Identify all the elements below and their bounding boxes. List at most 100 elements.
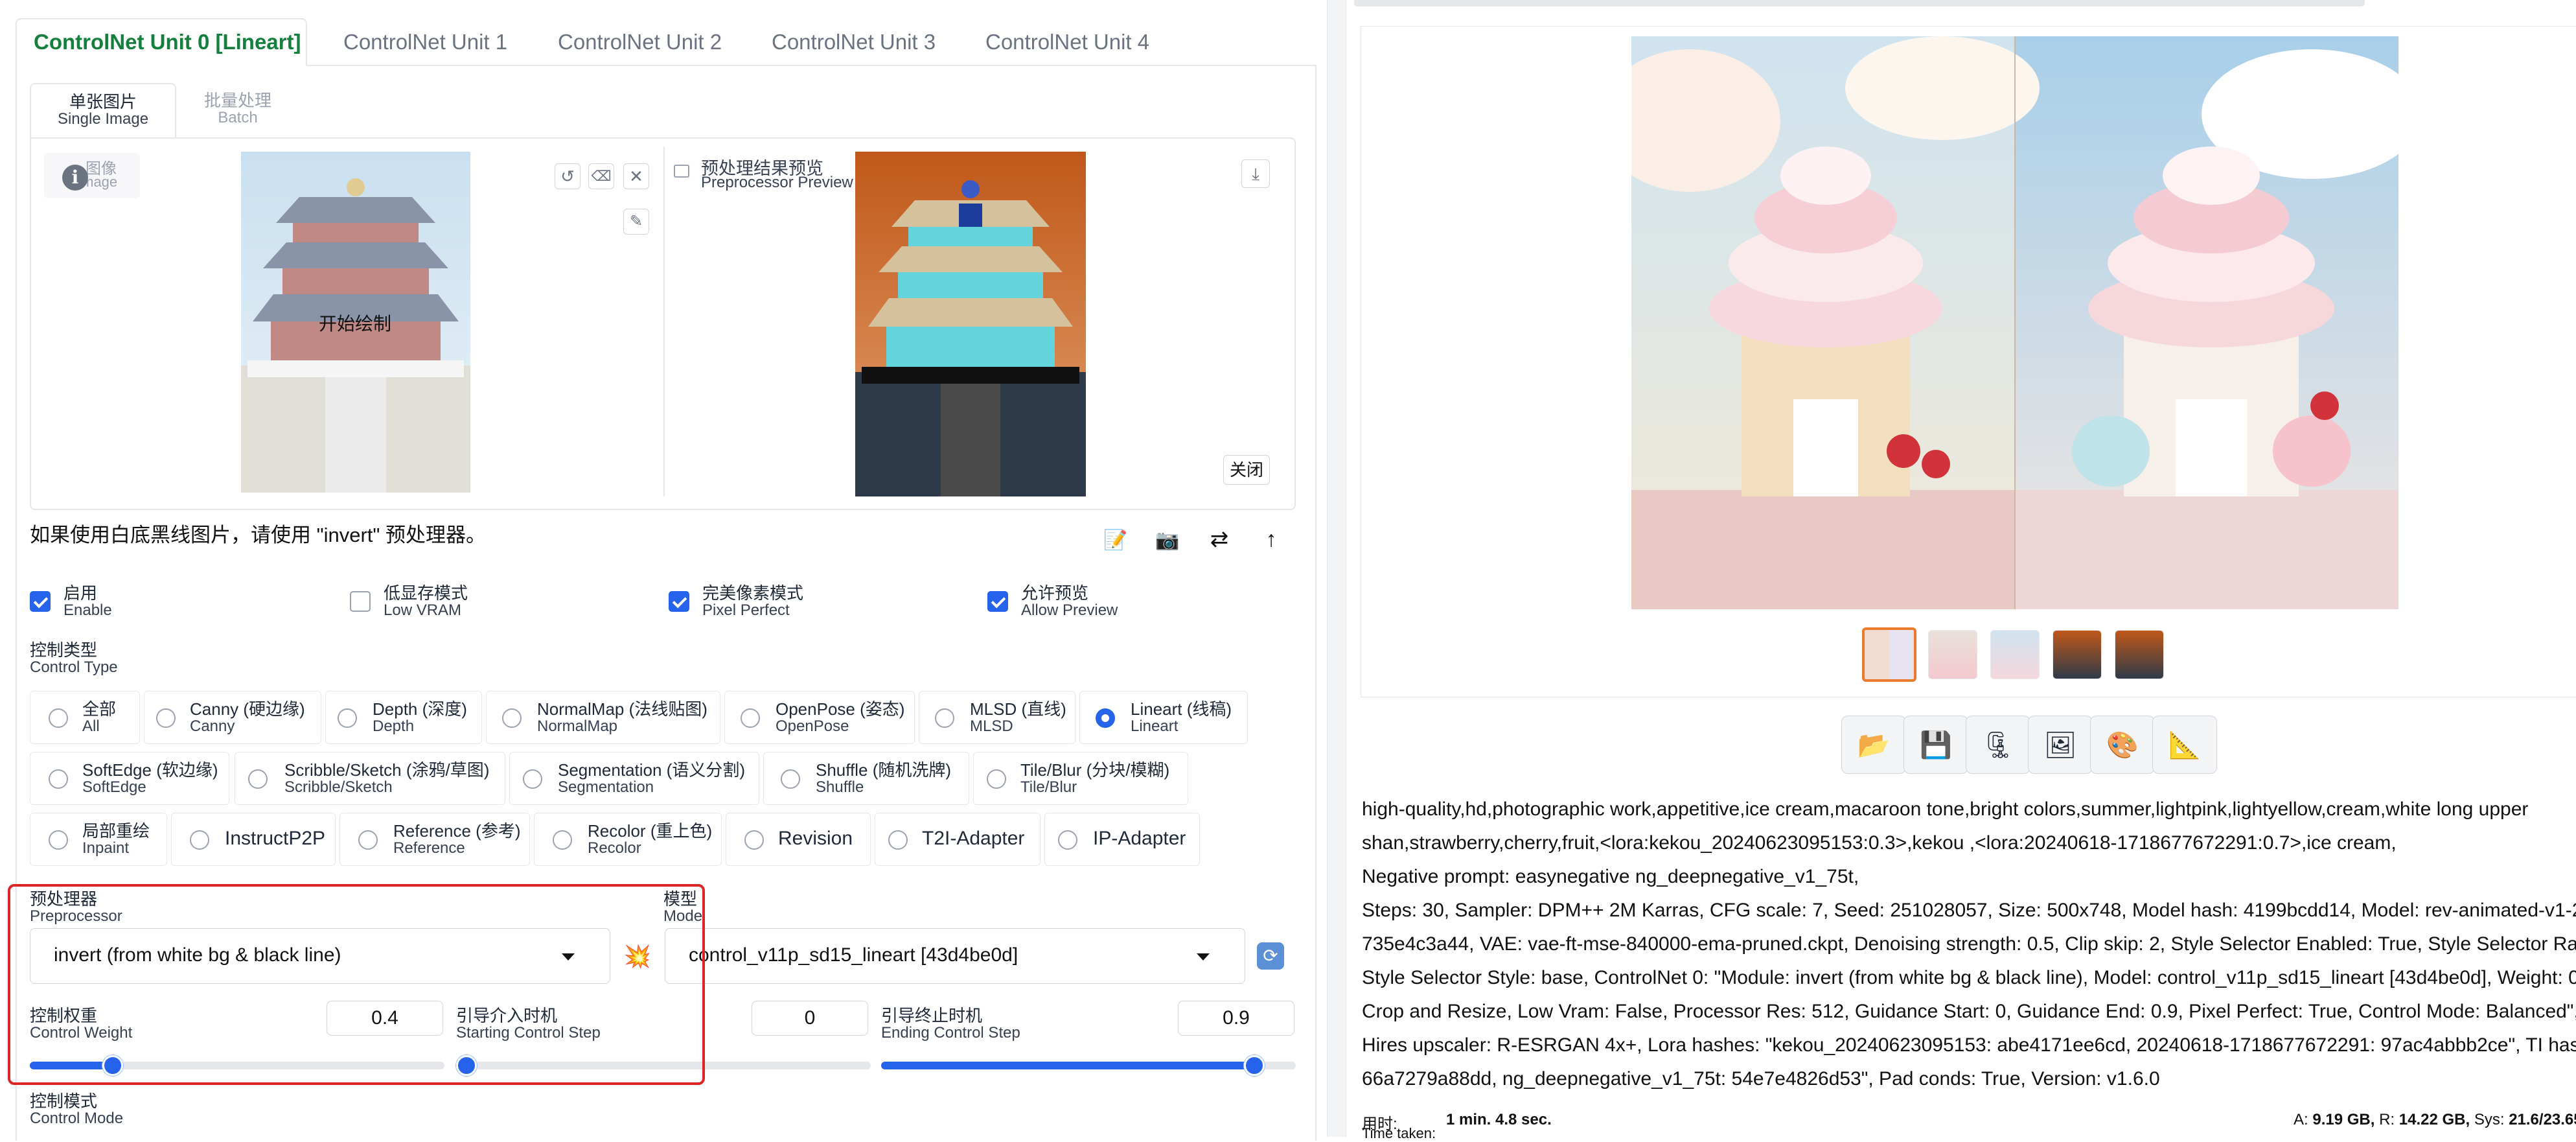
thumbnail-5[interactable] (2115, 630, 2164, 679)
pixel-perfect-checkbox[interactable] (669, 591, 689, 612)
low-vram-checkbox[interactable] (350, 591, 371, 612)
info-line-4: Steps: 30, Sampler: DPM++ 2M Karras, CFG… (1362, 900, 2576, 921)
pixel-perfect-label: 完美像素模式 Pixel Perfect (702, 583, 804, 618)
tile-cn: Tile/Blur (分块/模糊) (1020, 760, 1170, 780)
image-icon (674, 165, 689, 178)
segmentation-cn: Segmentation (语义分割) (558, 760, 745, 780)
sys-value: 21.6/23.650 (2509, 1111, 2576, 1128)
tab-unit-4[interactable]: ControlNet Unit 4 (985, 30, 1149, 54)
thumbnail-3[interactable] (1990, 630, 2040, 679)
info-line-1: high-quality,hd,photographic work,appeti… (1362, 798, 2529, 820)
control-mode-label: 控制模式 Control Mode (30, 1091, 123, 1126)
subtab-batch[interactable]: 批量处理 Batch (183, 91, 293, 126)
control-type-depth[interactable]: Depth (深度) Depth (325, 691, 482, 744)
model-select[interactable]: control_v11p_sd15_lineart [43d4be0d] (665, 928, 1245, 984)
eraser-icon[interactable]: ⌫ (588, 163, 614, 189)
recolor-cn: Recolor (重上色) (588, 821, 713, 841)
close-icon[interactable]: ✕ (623, 163, 649, 189)
control-type-lineart[interactable]: Lineart (线稿) Lineart (1079, 691, 1248, 744)
invert-hint: 如果使用白底黑线图片，请使用 "invert" 预处理器。 (30, 524, 487, 546)
output-image[interactable] (1631, 36, 2398, 609)
thumbnail-2[interactable] (1928, 630, 1977, 679)
subtab-single-en: Single Image (57, 110, 149, 128)
ending-step-slider[interactable] (1244, 1055, 1265, 1076)
control-type-recolor[interactable]: Recolor (重上色) Recolor (534, 813, 722, 866)
send-to-extras-icon[interactable]: 📐 (2152, 716, 2217, 774)
subtab-single-cn: 单张图片 (69, 92, 137, 111)
revision-label: Revision (778, 828, 853, 849)
inpaint-cn: 局部重绘 (82, 821, 150, 841)
enable-label-cn: 启用 (63, 583, 98, 603)
control-type-instructp2p[interactable]: InstructP2P (171, 813, 336, 866)
starting-step-input[interactable]: 0 (752, 1001, 868, 1036)
info-icon: i (62, 165, 88, 191)
control-type-scribble[interactable]: Scribble/Sketch (涂鸦/草图) Scribble/Sketch (235, 752, 505, 805)
scribble-en: Scribble/Sketch (284, 778, 393, 797)
info-line-2: shan,strawberry,cherry,fruit,<lora:kekou… (1362, 832, 2397, 854)
control-type-segmentation[interactable]: Segmentation (语义分割) Segmentation (509, 752, 759, 805)
send-to-img2img-icon[interactable]: 🖼 (2028, 716, 2093, 774)
thumbnail-1[interactable] (1862, 627, 1916, 682)
open-folder-icon[interactable]: 📂 (1841, 716, 1906, 774)
send-to-inpaint-icon[interactable]: 🎨 (2090, 716, 2155, 774)
refresh-icon[interactable]: ⟳ (1257, 942, 1284, 970)
low-vram-label-en: Low VRAM (384, 601, 462, 620)
control-type-canny[interactable]: Canny (硬边缘) Canny (144, 691, 321, 744)
allow-preview-label-en: Allow Preview (1021, 601, 1118, 620)
control-type-shuffle[interactable]: Shuffle (随机洗牌) Shuffle (763, 752, 969, 805)
undo-icon[interactable]: ↺ (555, 163, 581, 189)
control-type-ip-adapter[interactable]: IP-Adapter (1044, 813, 1200, 866)
lineart-en: Lineart (1131, 717, 1179, 736)
info-line-9: 66a7279a88dd, ng_deepnegative_v1_75t: 54… (1362, 1068, 2160, 1090)
allow-preview-checkbox[interactable] (987, 591, 1008, 612)
control-type-tile[interactable]: Tile/Blur (分块/模糊) Tile/Blur (973, 752, 1188, 805)
thumbnail-4[interactable] (2053, 630, 2102, 679)
softedge-en: SoftEdge (82, 778, 146, 797)
all-en: All (82, 717, 100, 736)
a-label: A: (2294, 1111, 2308, 1128)
upload-arrow-icon[interactable]: ↑ (1257, 525, 1285, 554)
control-type-openpose[interactable]: OpenPose (姿态) OpenPose (724, 691, 915, 744)
openpose-cn: OpenPose (姿态) (776, 699, 905, 719)
enable-checkbox[interactable] (30, 591, 51, 612)
brush-icon[interactable]: ✎ (623, 209, 649, 235)
control-type-inpaint[interactable]: 局部重绘 Inpaint (30, 813, 167, 866)
control-type-reference[interactable]: Reference (参考) Reference (339, 813, 530, 866)
tab-unit-0-label: ControlNet Unit 0 [Lineart] (34, 30, 301, 54)
memory-stats: A: 9.19 GB, R: 14.22 GB, Sys: 21.6/23.65… (2294, 1111, 2576, 1133)
edit-icon[interactable]: 📝 (1101, 526, 1130, 555)
control-type-softedge[interactable]: SoftEdge (软边缘) SoftEdge (30, 752, 229, 805)
save-icon[interactable]: 💾 (1903, 716, 1968, 774)
canny-en: Canny (190, 717, 235, 736)
zip-icon[interactable]: 🗜 (1966, 716, 2030, 774)
control-type-revision[interactable]: Revision (726, 813, 871, 866)
tab-unit-3[interactable]: ControlNet Unit 3 (772, 30, 936, 54)
control-type-label-cn: 控制类型 (30, 640, 98, 660)
low-vram-label: 低显存模式 Low VRAM (384, 583, 468, 620)
tab-unit-1[interactable]: ControlNet Unit 1 (343, 30, 507, 54)
control-type-mlsd[interactable]: MLSD (直线) MLSD (919, 691, 1075, 744)
control-mode-label-cn: 控制模式 (30, 1091, 98, 1111)
low-vram-label-cn: 低显存模式 (384, 583, 468, 603)
top-scrollbar[interactable] (1354, 0, 2365, 6)
canvas-text: 开始绘制 (319, 314, 392, 334)
pixel-perfect-label-cn: 完美像素模式 (702, 583, 804, 603)
subtab-single[interactable]: 单张图片 Single Image (30, 83, 176, 139)
t2i-adapter-label: T2I-Adapter (922, 828, 1025, 849)
control-type-all[interactable]: 全部 All (30, 691, 140, 744)
camera-icon[interactable]: 📷 (1153, 526, 1182, 555)
tab-unit-2[interactable]: ControlNet Unit 2 (558, 30, 722, 54)
download-icon[interactable]: ⤓ (1241, 159, 1270, 188)
control-type-t2i-adapter[interactable]: T2I-Adapter (875, 813, 1041, 866)
preview-close-button[interactable]: 关闭 (1223, 455, 1270, 485)
model-value: control_v11p_sd15_lineart [43d4be0d] (689, 944, 1018, 966)
swap-icon[interactable]: ⇄ (1205, 525, 1234, 554)
ending-step-fill (881, 1062, 1254, 1069)
control-type-normalmap[interactable]: NormalMap (法线贴图) NormalMap (486, 691, 720, 744)
instructp2p-label: InstructP2P (225, 828, 326, 849)
info-line-8: Hires upscaler: R-ESRGAN 4x+, Lora hashe… (1362, 1034, 2576, 1056)
segmentation-en: Segmentation (558, 778, 654, 797)
inpaint-en: Inpaint (82, 839, 130, 857)
ending-step-input[interactable]: 0.9 (1178, 1001, 1294, 1036)
shuffle-en: Shuffle (816, 778, 864, 797)
